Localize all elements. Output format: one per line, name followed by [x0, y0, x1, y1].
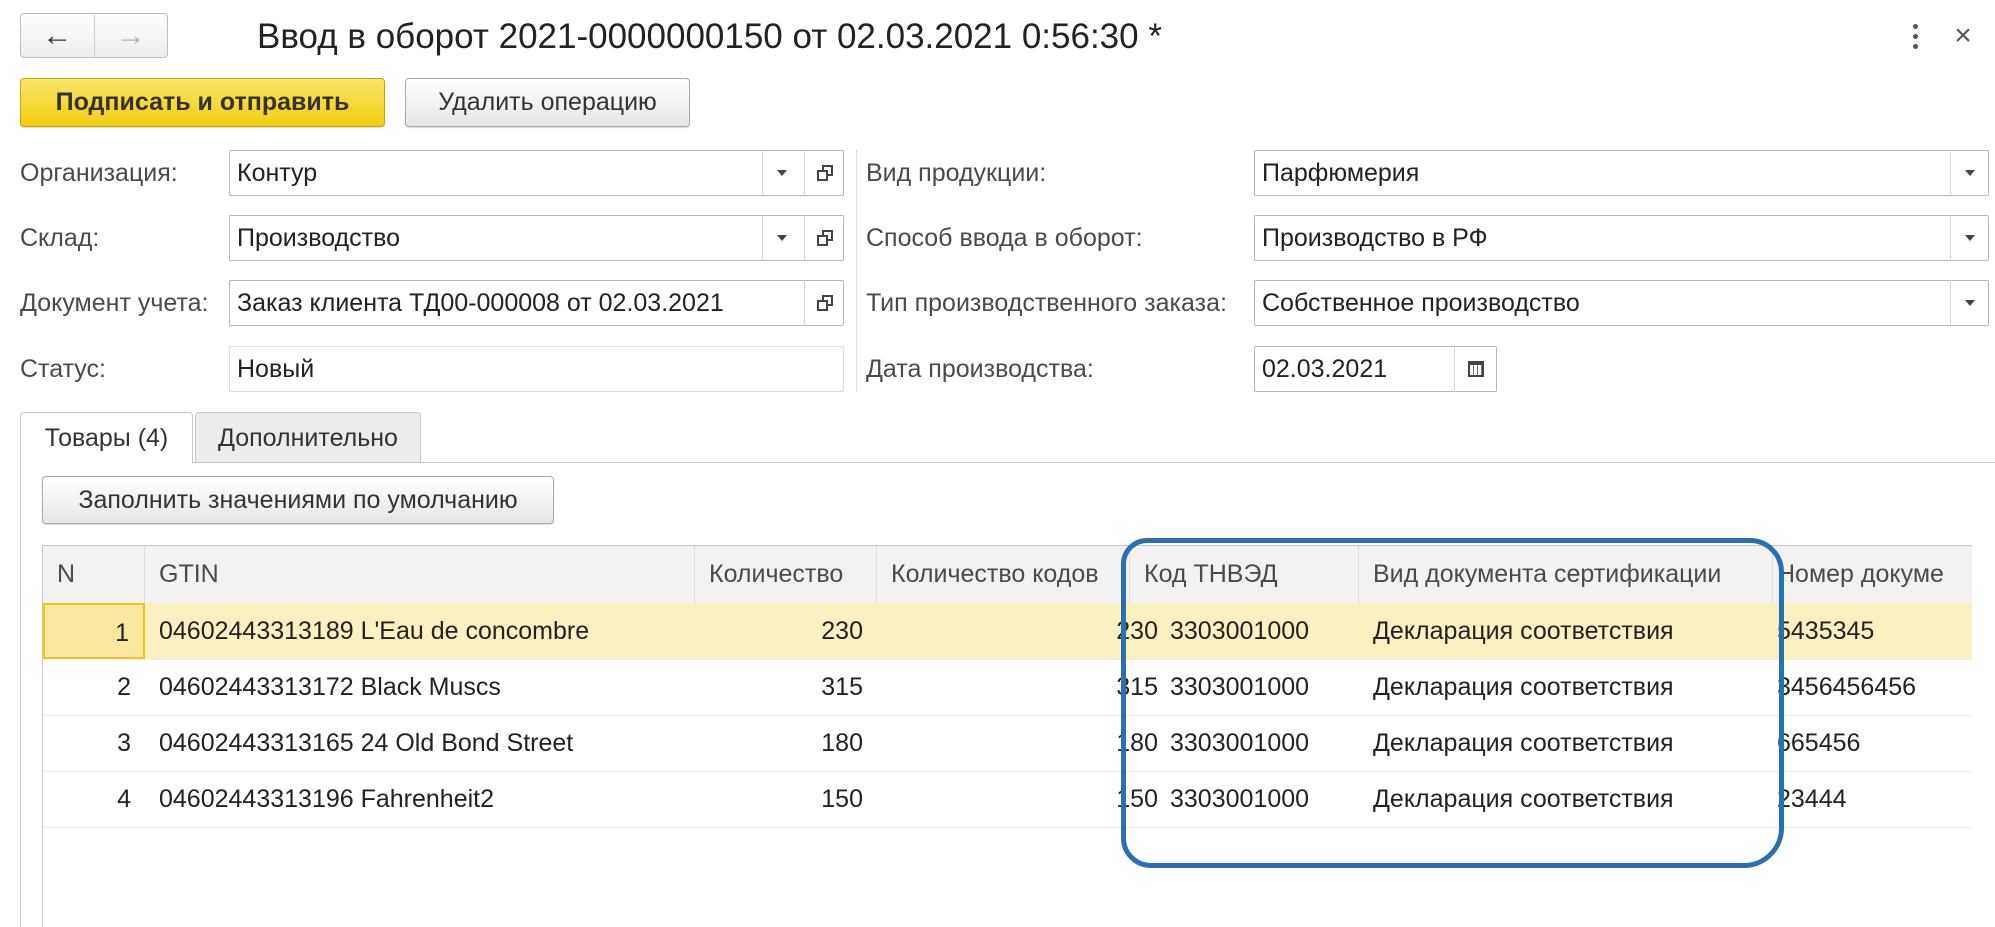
production-date-value: 02.03.2021 [1262, 355, 1388, 383]
warehouse-open-button[interactable] [804, 215, 844, 261]
cell-cert-doc-type: Декларация соответствия [1373, 617, 1674, 645]
more-menu-icon[interactable] [1900, 18, 1930, 54]
organization-dropdown[interactable] [762, 150, 800, 196]
cell-n: 3 [117, 729, 131, 757]
chevron-down-icon [776, 235, 787, 241]
organization-open-button[interactable] [804, 150, 844, 196]
cell-codes-quantity: 180 [1116, 729, 1158, 757]
fill-defaults-button[interactable]: Заполнить значениями по умолчанию [42, 476, 554, 524]
open-window-icon [816, 295, 833, 311]
cell-doc-number: 5435345 [1777, 617, 1875, 645]
cell-doc-number: 23444 [1777, 785, 1847, 813]
column-header-doc-number[interactable]: Номер докуме [1773, 546, 1972, 603]
chevron-down-icon [1964, 235, 1975, 241]
table-row[interactable]: 2 04602443313172 Black Muscs 315 315 330… [43, 659, 1972, 716]
forward-arrow-icon[interactable]: → [93, 14, 168, 57]
warehouse-label: Склад: [20, 224, 100, 252]
organization-field[interactable]: Контур [229, 150, 844, 196]
delete-operation-button[interactable]: Удалить операцию [405, 78, 690, 127]
input-method-value: Производство в РФ [1262, 224, 1488, 252]
sign-and-send-button[interactable]: Подписать и отправить [20, 78, 385, 127]
chevron-down-icon [776, 170, 787, 176]
table-row[interactable]: 3 04602443313165 24 Old Bond Street 180 … [43, 715, 1972, 772]
cell-tnved: 3303001000 [1170, 673, 1310, 701]
order-type-dropdown[interactable] [1950, 280, 1988, 326]
calendar-button[interactable] [1454, 346, 1496, 392]
column-header-n[interactable]: N [43, 546, 145, 603]
page-title: Ввод в оборот 2021-0000000150 от 02.03.2… [257, 17, 1162, 56]
nav-buttons: ← → [20, 13, 168, 58]
table-header: N GTIN Количество Количество кодов Код Т… [43, 546, 1972, 604]
input-method-dropdown[interactable] [1950, 215, 1988, 261]
warehouse-dropdown[interactable] [762, 215, 800, 261]
cell-tnved: 3303001000 [1170, 785, 1310, 813]
order-type-field[interactable]: Собственное производство [1254, 280, 1989, 326]
goods-table: N GTIN Количество Количество кодов Код Т… [42, 545, 1972, 927]
cell-gtin: 04602443313196 Fahrenheit2 [159, 785, 495, 813]
close-icon[interactable]: × [1945, 16, 1981, 56]
document-field[interactable]: Заказ клиента ТД00-000008 от 02.03.2021 [229, 280, 844, 326]
cell-quantity: 150 [821, 785, 863, 813]
product-kind-field[interactable]: Парфюмерия [1254, 150, 1989, 196]
open-window-icon [816, 230, 833, 246]
product-kind-dropdown[interactable] [1950, 150, 1988, 196]
cell-cert-doc-type: Декларация соответствия [1373, 673, 1674, 701]
chevron-down-icon [1964, 170, 1975, 176]
column-header-tnved[interactable]: Код ТНВЭД [1130, 546, 1359, 603]
cell-codes-quantity: 230 [1116, 617, 1158, 645]
tab-additional[interactable]: Дополнительно [195, 412, 421, 462]
tab-goods[interactable]: Товары (4) [20, 412, 193, 463]
organization-label: Организация: [20, 159, 178, 187]
order-type-label: Тип производственного заказа: [866, 289, 1227, 317]
document-label: Документ учета: [20, 289, 209, 317]
column-header-cert-doc-type[interactable]: Вид документа сертификации [1359, 546, 1773, 603]
organization-value: Контур [237, 159, 318, 187]
warehouse-field[interactable]: Производство [229, 215, 844, 261]
open-window-icon [816, 165, 833, 181]
column-header-codes-quantity[interactable]: Количество кодов [877, 546, 1130, 603]
cell-quantity: 315 [821, 673, 863, 701]
column-header-gtin[interactable]: GTIN [145, 546, 695, 603]
cell-tnved: 3303001000 [1170, 617, 1310, 645]
cell-quantity: 180 [821, 729, 863, 757]
product-kind-label: Вид продукции: [866, 159, 1047, 187]
document-open-button[interactable] [804, 280, 844, 326]
status-field: Новый [229, 346, 844, 392]
column-header-quantity[interactable]: Количество [695, 546, 877, 603]
cell-n: 1 [43, 603, 145, 659]
status-value: Новый [237, 355, 315, 383]
product-kind-value: Парфюмерия [1262, 159, 1420, 187]
cell-tnved: 3303001000 [1170, 729, 1310, 757]
cell-quantity: 230 [821, 617, 863, 645]
cell-gtin: 04602443313172 Black Muscs [159, 673, 501, 701]
column-divider [856, 150, 857, 392]
cell-cert-doc-type: Декларация соответствия [1373, 729, 1674, 757]
cell-n: 4 [117, 785, 131, 813]
input-method-field[interactable]: Производство в РФ [1254, 215, 1989, 261]
cell-gtin: 04602443313165 24 Old Bond Street [159, 729, 574, 757]
production-date-label: Дата производства: [866, 355, 1094, 383]
warehouse-value: Производство [237, 224, 401, 252]
input-method-label: Способ ввода в оборот: [866, 224, 1143, 252]
cell-gtin: 04602443313189 L'Eau de concombre [159, 617, 590, 645]
calendar-icon [1467, 361, 1484, 377]
cell-doc-number: 3456456456 [1777, 673, 1917, 701]
status-label: Статус: [20, 355, 106, 383]
table-row[interactable]: 4 04602443313196 Fahrenheit2 150 150 330… [43, 771, 1972, 828]
document-value: Заказ клиента ТД00-000008 от 02.03.2021 [237, 289, 724, 317]
cell-doc-number: 665456 [1777, 729, 1861, 757]
cell-codes-quantity: 150 [1116, 785, 1158, 813]
table-row[interactable]: 1 04602443313189 L'Eau de concombre 230 … [43, 603, 1972, 660]
chevron-down-icon [1964, 300, 1975, 306]
cell-codes-quantity: 315 [1116, 673, 1158, 701]
back-arrow-icon[interactable]: ← [21, 14, 94, 57]
cell-n: 2 [117, 673, 131, 701]
order-type-value: Собственное производство [1262, 289, 1580, 317]
cell-cert-doc-type: Декларация соответствия [1373, 785, 1674, 813]
